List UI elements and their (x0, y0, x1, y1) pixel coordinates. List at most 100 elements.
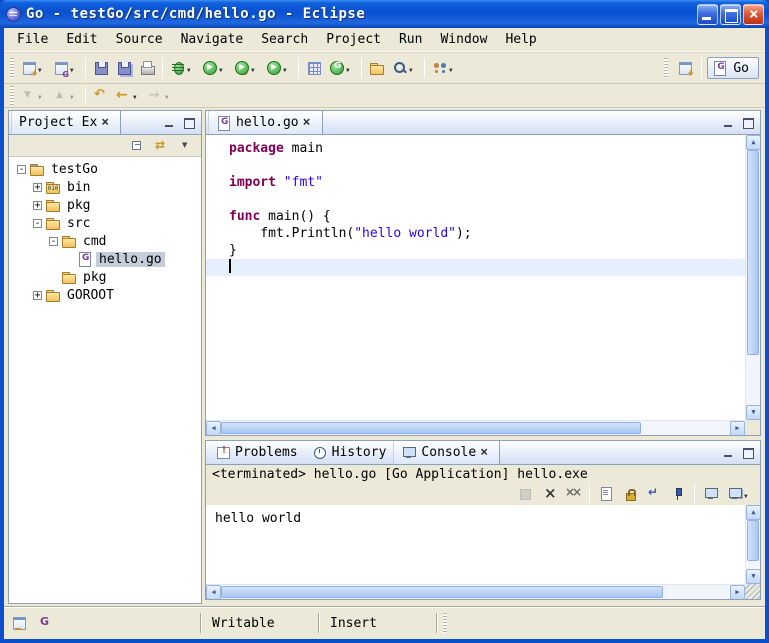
code-line-6[interactable]: fmt.Println("hello world"); (206, 225, 745, 242)
open-console-button[interactable] (724, 484, 755, 504)
console-vertical-scrollbar[interactable] (745, 505, 760, 584)
link-with-editor-button[interactable] (151, 136, 173, 156)
scroll-down-icon[interactable] (746, 405, 760, 420)
scrollbar-thumb[interactable] (221, 586, 663, 598)
next-annotation-button[interactable] (18, 84, 49, 108)
remove-all-launches-button[interactable] (562, 484, 584, 504)
go-run-button[interactable] (326, 56, 357, 80)
scroll-right-icon[interactable] (730, 421, 745, 435)
scrollbar-thumb[interactable] (747, 520, 759, 561)
tab-console[interactable]: Console (393, 441, 500, 464)
tree-item-pkg[interactable]: +pkg (9, 196, 201, 214)
run-last-launched-button[interactable] (231, 56, 262, 80)
menu-edit[interactable]: Edit (57, 30, 106, 49)
scroll-up-icon[interactable] (746, 505, 760, 520)
previous-annotation-button[interactable] (50, 84, 81, 108)
search-button[interactable] (389, 56, 420, 80)
minimize-view-button[interactable] (162, 116, 178, 130)
tab-hello-go[interactable]: hello.go (208, 111, 323, 134)
resize-grip[interactable] (745, 584, 760, 599)
scroll-down-icon[interactable] (746, 569, 760, 584)
code-area[interactable]: package main import "fmt" func main() { fm… (206, 135, 745, 276)
scroll-left-icon[interactable] (206, 585, 221, 599)
tree-expander[interactable]: + (33, 201, 42, 210)
open-perspective-button[interactable] (674, 56, 696, 80)
code-line-7[interactable]: } (206, 242, 745, 259)
tree-expander[interactable]: - (49, 237, 58, 246)
back-button[interactable] (113, 84, 144, 108)
debug-button[interactable] (167, 56, 198, 80)
code-line-1[interactable]: package main (206, 140, 745, 157)
tree-item-hello-go[interactable]: hello.go (9, 250, 201, 268)
menu-run[interactable]: Run (390, 30, 431, 49)
tree-expander[interactable]: + (33, 183, 42, 192)
code-line-8[interactable] (206, 259, 745, 276)
tree-expander[interactable]: - (33, 219, 42, 228)
run-button[interactable] (199, 56, 230, 80)
menu-search[interactable]: Search (252, 30, 317, 49)
save-all-button[interactable] (113, 56, 135, 80)
terminate-button[interactable] (514, 484, 536, 504)
scroll-lock-button[interactable] (619, 484, 641, 504)
close-button[interactable] (743, 4, 764, 25)
maximize-view-button[interactable] (740, 446, 756, 460)
tree-expander[interactable]: + (33, 291, 42, 300)
word-wrap-button[interactable] (643, 484, 665, 504)
clear-console-button[interactable] (595, 484, 617, 504)
maximize-button[interactable] (720, 4, 741, 25)
close-tab-icon[interactable] (101, 115, 113, 130)
code-line-5[interactable]: func main() { (206, 208, 745, 225)
scroll-right-icon[interactable] (730, 585, 745, 599)
scroll-up-icon[interactable] (746, 135, 760, 150)
new-wizard-button[interactable] (18, 56, 49, 80)
new-go-element-button[interactable] (50, 56, 81, 80)
code-line-3[interactable]: import "fmt" (206, 174, 745, 191)
pin-console-button[interactable] (667, 484, 689, 504)
minimize-view-button[interactable] (721, 116, 737, 130)
external-tools-button[interactable] (263, 56, 294, 80)
go-build-button[interactable] (303, 56, 325, 80)
menu-file[interactable]: File (8, 30, 57, 49)
console-horizontal-scrollbar[interactable] (206, 584, 745, 599)
tree-item-bin[interactable]: +bin (9, 178, 201, 196)
tree-item-testgo[interactable]: -testGo (9, 160, 201, 178)
minimize-button[interactable] (697, 4, 718, 25)
scrollbar-thumb[interactable] (747, 150, 759, 355)
code-line-4[interactable] (206, 191, 745, 208)
print-button[interactable] (136, 56, 158, 80)
tree-item-cmd[interactable]: -cmd (9, 232, 201, 250)
tree-expander[interactable]: - (17, 165, 26, 174)
close-tab-icon[interactable] (480, 445, 492, 460)
forward-button[interactable] (145, 84, 176, 108)
collapse-all-button[interactable] (127, 136, 149, 156)
maximize-view-button[interactable] (740, 116, 756, 130)
scrollbar-thumb[interactable] (221, 422, 641, 434)
tree-item-goroot[interactable]: +GOROOT (9, 286, 201, 304)
menu-window[interactable]: Window (431, 30, 496, 49)
tab-history[interactable]: History (305, 441, 394, 464)
titlebar[interactable]: Go - testGo/src/cmd/hello.go - Eclipse (0, 0, 769, 28)
menu-help[interactable]: Help (496, 30, 545, 49)
maximize-view-button[interactable] (181, 116, 197, 130)
menu-source[interactable]: Source (107, 30, 172, 49)
fast-view-button[interactable] (8, 611, 30, 635)
perspective-go-button[interactable]: Go (707, 57, 759, 79)
save-button[interactable] (90, 56, 112, 80)
remove-launch-button[interactable] (538, 484, 560, 504)
tree-item-pkg[interactable]: pkg (9, 268, 201, 286)
view-menu-button[interactable] (175, 136, 197, 156)
open-resource-button[interactable] (366, 56, 388, 80)
menu-navigate[interactable]: Navigate (172, 30, 253, 49)
editor-horizontal-scrollbar[interactable] (206, 420, 745, 435)
console-output[interactable]: hello world (206, 505, 760, 533)
tab-problems[interactable]: Problems (208, 441, 305, 464)
close-tab-icon[interactable] (303, 115, 315, 130)
tree-item-src[interactable]: -src (9, 214, 201, 232)
menu-project[interactable]: Project (317, 30, 390, 49)
scroll-left-icon[interactable] (206, 421, 221, 435)
tab-project-explorer[interactable]: Project Ex (11, 111, 121, 134)
last-edit-location-button[interactable] (90, 84, 112, 108)
display-selected-console-button[interactable] (700, 484, 722, 504)
go-trim-button[interactable] (34, 611, 56, 635)
editor-vertical-scrollbar[interactable] (745, 135, 760, 420)
